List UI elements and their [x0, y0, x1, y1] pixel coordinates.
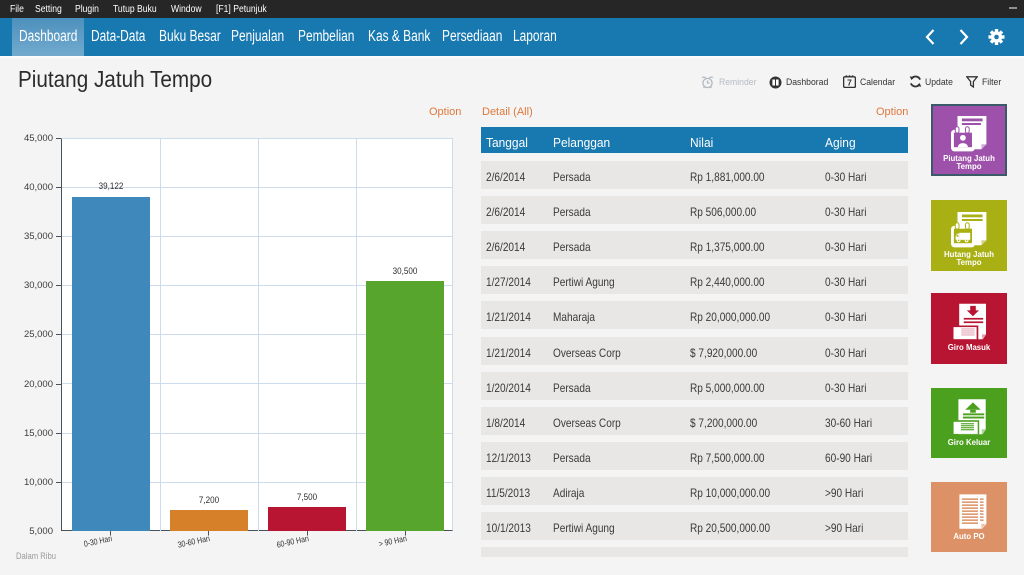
- svg-text:7: 7: [847, 78, 852, 88]
